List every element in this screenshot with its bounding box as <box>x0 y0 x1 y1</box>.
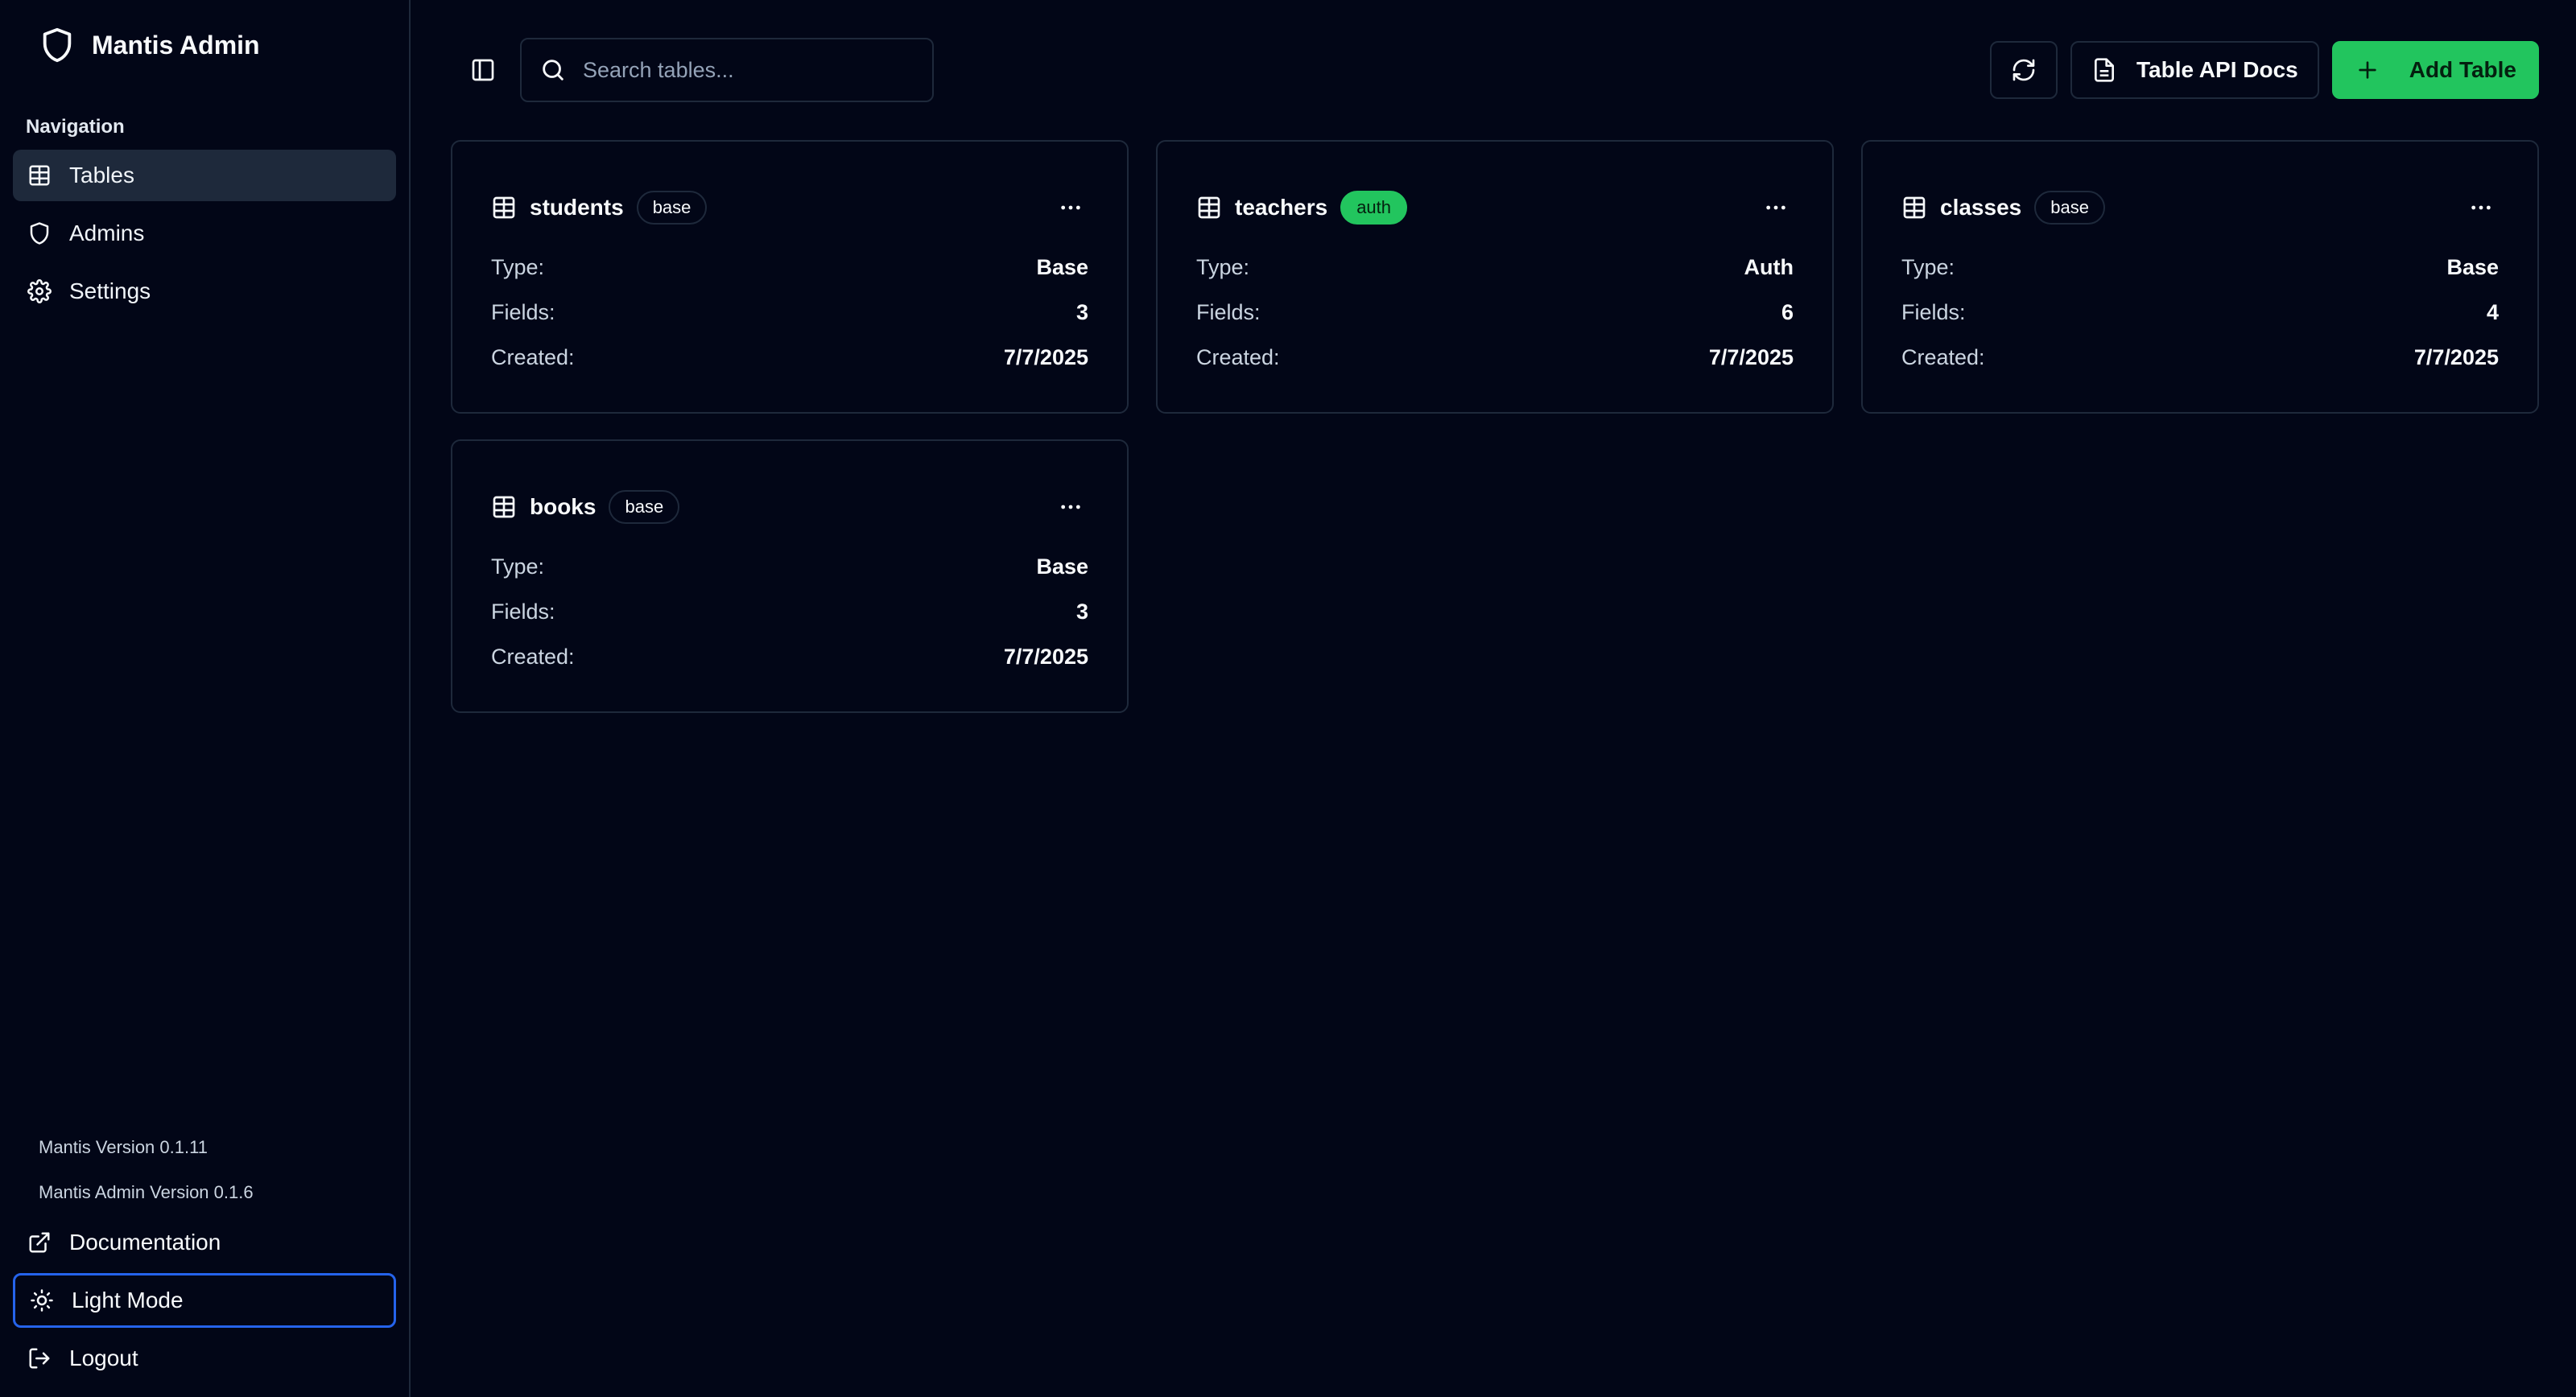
table-type-badge: base <box>609 490 680 524</box>
table-api-docs-button[interactable]: Table API Docs <box>2070 41 2319 99</box>
add-table-label: Add Table <box>2409 57 2516 82</box>
more-icon <box>1766 205 1785 210</box>
table-card-students[interactable]: students base Type: Base Fields: 3 Created… <box>451 140 1129 414</box>
sidebar-item-label: Tables <box>69 163 134 188</box>
table-fields-value: 3 <box>1075 299 1088 324</box>
table-card-classes[interactable]: classes base Type: Base Fields: 4 Created:… <box>1861 140 2539 414</box>
table-type-value: Base <box>1036 254 1088 279</box>
table-name: books <box>530 494 597 519</box>
refresh-icon <box>2013 59 2035 81</box>
table-card-teachers[interactable]: teachers auth Type: Auth Fields: 6 Created… <box>1156 140 1834 414</box>
more-icon <box>1061 505 1080 509</box>
shield-icon <box>30 222 49 245</box>
plus-icon <box>2359 61 2376 79</box>
table-icon <box>1903 196 1926 219</box>
search-box <box>520 38 934 102</box>
table-type-badge: auth <box>1340 191 1408 225</box>
file-icon <box>2095 58 2115 82</box>
refresh-button[interactable] <box>1990 41 2058 99</box>
table-api-docs-label: Table API Docs <box>2136 57 2298 82</box>
table-menu-button[interactable] <box>1053 489 1088 525</box>
table-type-badge: base <box>636 191 708 225</box>
table-created-value: 7/7/2025 <box>1003 644 1088 669</box>
brand-title: Mantis Admin <box>92 30 260 60</box>
more-icon <box>2471 205 2491 210</box>
table-card-books[interactable]: books base Type: Base Fields: 3 Created: 7/… <box>451 439 1129 713</box>
search-input[interactable] <box>583 57 921 83</box>
table-type-value: Base <box>1036 554 1088 579</box>
table-name: students <box>530 195 624 220</box>
more-icon <box>1061 205 1080 210</box>
sidebar-item-label: Admins <box>69 220 145 245</box>
topbar: Table API Docs Add Table <box>451 37 2539 103</box>
table-name: teachers <box>1235 195 1328 220</box>
sidebar-toggle-button[interactable] <box>451 38 515 102</box>
table-type-badge: base <box>2034 191 2105 225</box>
sidebar: Mantis Admin Navigation Tables Admins Se… <box>0 0 411 1397</box>
light-mode-label: Light Mode <box>72 1288 184 1313</box>
documentation-link[interactable]: Documentation <box>13 1215 396 1270</box>
table-created-value: 7/7/2025 <box>2413 344 2499 369</box>
table-icon <box>29 165 50 186</box>
table-created-value: 7/7/2025 <box>1708 344 1794 369</box>
main-content: Table API Docs Add Table students base <box>411 0 2576 1397</box>
gear-icon <box>27 279 52 303</box>
external-link-icon <box>29 1232 50 1253</box>
table-fields-value: 4 <box>2486 299 2499 324</box>
sidebar-item-admins[interactable]: Admins <box>13 208 396 259</box>
brand: Mantis Admin <box>13 0 396 90</box>
tables-grid: students base Type: Base Fields: 3 Created… <box>451 140 2539 713</box>
table-menu-button[interactable] <box>2463 190 2499 225</box>
table-fields-value: 6 <box>1781 299 1794 324</box>
app-root: Mantis Admin Navigation Tables Admins Se… <box>0 0 2576 1397</box>
table-icon <box>1198 196 1220 219</box>
table-type-value: Auth <box>1744 254 1794 279</box>
sun-icon <box>31 1289 53 1312</box>
sidebar-item-label: Settings <box>69 278 151 303</box>
sidebar-toggle-icon <box>472 59 494 81</box>
table-icon <box>493 196 515 219</box>
nav-section-label: Navigation <box>26 116 125 138</box>
table-icon <box>493 496 515 518</box>
table-name: classes <box>1940 195 2022 220</box>
search-icon <box>543 60 564 80</box>
logout-icon <box>29 1348 50 1369</box>
table-type-value: Base <box>2446 254 2499 279</box>
logout-button[interactable]: Logout <box>13 1331 396 1386</box>
admin-version: Mantis Admin Version 0.1.6 <box>39 1182 254 1202</box>
sidebar-item-settings[interactable]: Settings <box>13 266 396 317</box>
top-actions: Table API Docs Add Table <box>1990 41 2539 99</box>
table-menu-button[interactable] <box>1758 190 1794 225</box>
table-fields-value: 3 <box>1075 599 1088 624</box>
mantis-version: Mantis Version 0.1.11 <box>39 1137 208 1157</box>
logout-label: Logout <box>69 1345 138 1370</box>
sidebar-item-tables[interactable]: Tables <box>13 150 396 201</box>
add-table-button[interactable]: Add Table <box>2331 41 2539 99</box>
light-mode-button[interactable]: Light Mode <box>13 1273 396 1328</box>
documentation-label: Documentation <box>69 1230 221 1255</box>
table-menu-button[interactable] <box>1053 190 1088 225</box>
shield-icon <box>43 27 72 63</box>
table-created-value: 7/7/2025 <box>1003 344 1088 369</box>
